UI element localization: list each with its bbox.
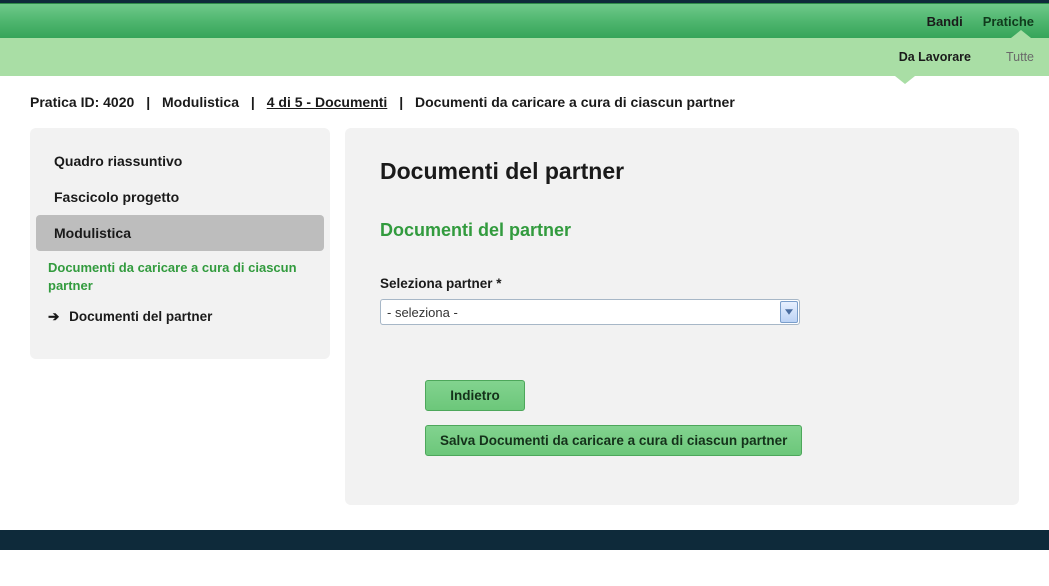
back-button[interactable]: Indietro (425, 380, 525, 411)
sidebar-item-quadro[interactable]: Quadro riassuntivo (36, 143, 324, 179)
breadcrumb-step[interactable]: 4 di 5 - Documenti (267, 94, 388, 110)
header-top: Bandi Pratiche (0, 3, 1049, 38)
breadcrumb-current: Documenti da caricare a cura di ciascun … (415, 94, 735, 110)
partner-select[interactable]: - seleziona - (380, 299, 800, 325)
subnav-tutte[interactable]: Tutte (1006, 50, 1034, 64)
breadcrumb: Pratica ID: 4020 | Modulistica | 4 di 5 … (30, 94, 1019, 110)
sidebar: Quadro riassuntivo Fascicolo progetto Mo… (30, 128, 330, 359)
sidebar-leaf-label: Documenti del partner (69, 309, 212, 324)
arrow-right-icon: ➔ (48, 309, 59, 324)
section-title: Documenti del partner (380, 220, 984, 241)
save-button[interactable]: Salva Documenti da caricare a cura di ci… (425, 425, 802, 456)
sidebar-leaf-documenti-partner[interactable]: ➔ Documenti del partner (30, 297, 330, 329)
breadcrumb-modulistica[interactable]: Modulistica (162, 94, 239, 110)
pointer-up-icon (1011, 30, 1031, 38)
subnav-da-lavorare[interactable]: Da Lavorare (899, 50, 971, 64)
page-title: Documenti del partner (380, 158, 984, 185)
partner-select-label: Seleziona partner * (380, 276, 984, 291)
sidebar-item-fascicolo[interactable]: Fascicolo progetto (36, 179, 324, 215)
breadcrumb-sep: | (146, 94, 150, 110)
content-area: Pratica ID: 4020 | Modulistica | 4 di 5 … (0, 76, 1049, 530)
footer-bar (0, 530, 1049, 550)
nav-bandi[interactable]: Bandi (927, 14, 963, 29)
breadcrumb-pratica-id: Pratica ID: 4020 (30, 94, 134, 110)
pointer-down-icon (895, 76, 915, 84)
sidebar-sub-documenti[interactable]: Documenti da caricare a cura di ciascun … (30, 251, 330, 297)
header-sub: Da Lavorare Tutte (0, 38, 1049, 76)
sidebar-item-modulistica[interactable]: Modulistica (36, 215, 324, 251)
breadcrumb-sep: | (399, 94, 403, 110)
main-panel: Documenti del partner Documenti del part… (345, 128, 1019, 505)
actions: Indietro Salva Documenti da caricare a c… (380, 380, 984, 456)
breadcrumb-sep: | (251, 94, 255, 110)
partner-select-wrap: - seleziona - (380, 299, 800, 325)
nav-pratiche[interactable]: Pratiche (983, 14, 1034, 29)
